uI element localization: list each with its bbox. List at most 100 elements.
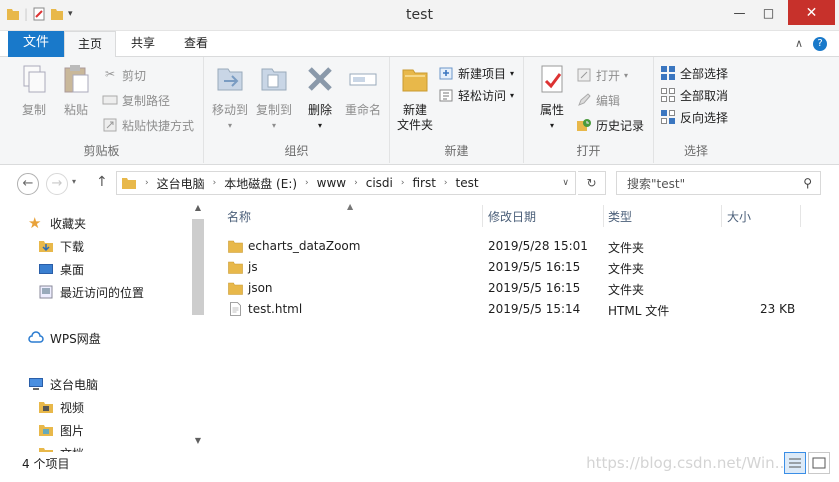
file-type: HTML 文件 xyxy=(608,304,670,318)
nav-recent[interactable]: 最近访问的位置 xyxy=(38,282,144,302)
column-modified[interactable]: 修改日期 xyxy=(485,207,603,229)
chevron-right-icon[interactable]: › xyxy=(350,178,362,188)
nav-downloads[interactable]: 下载 xyxy=(38,236,84,256)
select-none-button[interactable]: 全部取消 xyxy=(660,85,728,105)
minimize-button[interactable]: — xyxy=(725,0,754,25)
close-button[interactable]: ✕ xyxy=(788,0,835,25)
chevron-right-icon[interactable]: › xyxy=(397,178,409,188)
tab-home[interactable]: 主页 xyxy=(64,31,116,58)
copy-icon xyxy=(23,65,46,93)
nav-wps[interactable]: WPS网盘 xyxy=(28,328,101,348)
easy-access-icon xyxy=(439,89,453,102)
file-row[interactable]: js 2019/5/5 16:15 文件夹 xyxy=(212,257,812,278)
breadcrumb-test[interactable]: test xyxy=(452,176,483,190)
copy-path-button[interactable]: 复制路径 xyxy=(102,90,170,110)
breadcrumb-drive-e[interactable]: 本地磁盘 (E:) xyxy=(220,175,301,192)
column-divider[interactable] xyxy=(603,205,604,227)
file-type: 文件夹 xyxy=(608,262,645,276)
properties-button[interactable]: 属性 ▾ xyxy=(534,63,570,133)
nav-pictures[interactable]: 图片 xyxy=(38,420,84,440)
chevron-down-icon[interactable]: ∨ xyxy=(562,178,569,188)
column-divider[interactable] xyxy=(721,205,722,227)
scroll-thumb[interactable] xyxy=(192,219,204,315)
maximize-button[interactable]: □ xyxy=(754,0,783,25)
forward-button[interactable]: → xyxy=(46,173,68,195)
nav-desktop[interactable]: 桌面 xyxy=(38,259,84,279)
cut-button[interactable]: ✂ 剪切 xyxy=(102,65,146,85)
column-divider[interactable] xyxy=(482,205,483,227)
paste-shortcut-button[interactable]: 粘贴快捷方式 xyxy=(102,115,194,135)
select-all-icon xyxy=(661,66,675,80)
tab-share[interactable]: 共享 xyxy=(118,31,168,57)
column-type[interactable]: 类型 xyxy=(605,207,721,229)
open-button[interactable]: 打开 ▾ xyxy=(576,65,628,85)
delete-button[interactable]: 删除 ▾ xyxy=(300,63,340,133)
file-list: ▲ 名称 修改日期 类型 大小 echarts_dataZoom 2019/5/… xyxy=(212,201,839,452)
move-to-button[interactable]: 移动到 ▾ xyxy=(208,63,252,133)
nav-documents[interactable]: 文档 xyxy=(38,443,84,452)
nav-videos-label: 视频 xyxy=(60,400,85,415)
nav-videos[interactable]: 视频 xyxy=(38,397,84,417)
edit-button[interactable]: 编辑 xyxy=(576,90,620,110)
large-icons-view-button[interactable] xyxy=(808,452,830,474)
downloads-folder-icon xyxy=(39,241,53,252)
new-group: 新建 文件夹 新建项目 ▾ 轻松访问 ▾ 新建 xyxy=(390,57,524,163)
back-button[interactable]: ← xyxy=(17,173,39,195)
status-bar: 4 个项目 https://blog.csdn.net/Win... xyxy=(0,452,839,482)
file-tab[interactable]: 文件 xyxy=(8,31,64,57)
refresh-icon: ↻ xyxy=(586,176,597,190)
breadcrumb-first[interactable]: first xyxy=(408,176,439,190)
invert-selection-icon xyxy=(661,110,675,124)
history-button[interactable]: 历史记录 xyxy=(576,115,644,135)
new-item-icon xyxy=(439,67,453,80)
invert-selection-button[interactable]: 反向选择 xyxy=(660,107,728,127)
help-icon[interactable]: ? xyxy=(813,37,827,51)
nav-scrollbar[interactable]: ▲ ▼ xyxy=(190,201,206,452)
column-name[interactable]: 名称 xyxy=(224,207,482,229)
scroll-up-icon[interactable]: ▲ xyxy=(190,203,206,217)
column-size[interactable]: 大小 xyxy=(724,207,800,229)
chevron-right-icon[interactable]: › xyxy=(440,178,452,188)
breadcrumb-cisdi[interactable]: cisdi xyxy=(362,176,397,190)
item-count: 4 个项目 xyxy=(22,457,70,471)
file-row[interactable]: json 2019/5/5 16:15 文件夹 xyxy=(212,278,812,299)
column-divider[interactable] xyxy=(800,205,801,227)
tab-view[interactable]: 查看 xyxy=(171,31,221,57)
folder-icon xyxy=(228,261,243,274)
chevron-right-icon[interactable]: › xyxy=(301,178,313,188)
copy-to-button[interactable]: 复制到 ▾ xyxy=(252,63,296,133)
search-input[interactable]: 搜索"test" ⚲ xyxy=(616,171,821,195)
new-item-button[interactable]: 新建项目 ▾ xyxy=(438,63,514,83)
address-box[interactable]: › 这台电脑 › 本地磁盘 (E:) › www › cisdi › first… xyxy=(116,171,576,195)
up-arrow-icon[interactable]: ↑ xyxy=(96,174,108,190)
breadcrumb-www[interactable]: www xyxy=(313,176,350,190)
copy-button[interactable]: 复制 xyxy=(14,63,54,118)
search-icon[interactable]: ⚲ xyxy=(803,176,812,190)
refresh-button[interactable]: ↻ xyxy=(578,171,606,195)
paste-button[interactable]: 粘贴 xyxy=(56,63,96,118)
recent-locations-icon[interactable]: ▾ xyxy=(72,177,76,186)
window-title: test xyxy=(406,7,433,23)
nav-favorites[interactable]: ★ 收藏夹 xyxy=(28,213,86,233)
file-row[interactable]: test.html 2019/5/5 15:14 HTML 文件 23 KB xyxy=(212,299,812,320)
new-folder-button[interactable]: 新建 文件夹 xyxy=(394,63,436,133)
scissors-icon: ✂ xyxy=(104,67,116,81)
scroll-down-icon[interactable]: ▼ xyxy=(190,436,206,450)
navigation-pane: ★ 收藏夹 下载 桌面 最近访问的位置 WPS网盘 这台电脑 视频 图片 文档 xyxy=(0,201,206,452)
rename-button[interactable]: 重命名 xyxy=(340,63,386,118)
nav-this-pc[interactable]: 这台电脑 xyxy=(28,374,98,394)
folder-icon xyxy=(122,178,136,189)
star-icon: ★ xyxy=(28,214,42,232)
chevron-right-icon[interactable]: › xyxy=(209,178,221,188)
copy-label: 复制 xyxy=(21,103,46,117)
select-all-button[interactable]: 全部选择 xyxy=(660,63,728,83)
select-group: 全部选择 全部取消 反向选择 选择 xyxy=(654,57,738,163)
file-row[interactable]: echarts_dataZoom 2019/5/28 15:01 文件夹 xyxy=(212,236,812,257)
breadcrumb-this-pc[interactable]: 这台电脑 xyxy=(153,175,209,192)
collapse-ribbon-icon[interactable]: ∧ xyxy=(795,37,803,51)
nav-downloads-label: 下载 xyxy=(60,239,85,254)
chevron-right-icon[interactable]: › xyxy=(141,178,153,188)
details-view-button[interactable] xyxy=(784,452,806,474)
easy-access-button[interactable]: 轻松访问 ▾ xyxy=(438,85,514,105)
nav-favorites-label: 收藏夹 xyxy=(50,216,87,231)
